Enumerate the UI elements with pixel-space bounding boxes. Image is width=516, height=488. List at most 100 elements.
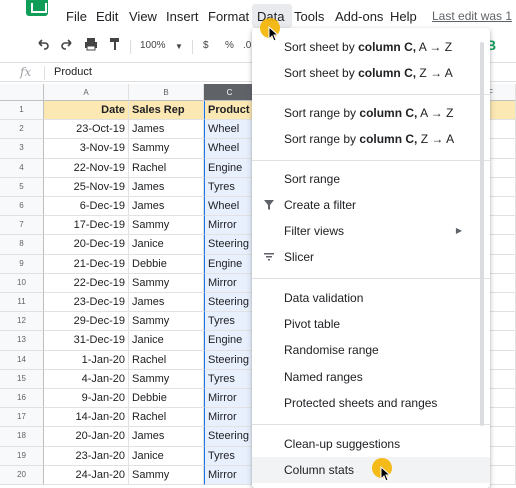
menu-sort-sheet-az[interactable]: Sort sheet by column C, A → Z — [252, 34, 490, 60]
row-number[interactable]: 2 — [0, 120, 44, 140]
cell-date[interactable]: 17-Dec-19 — [44, 216, 129, 236]
cell-product[interactable]: Tyres — [204, 369, 256, 389]
cell-sales-rep[interactable]: James — [129, 293, 204, 313]
cell-sales-rep[interactable]: Sammy — [129, 139, 204, 159]
cell-sales-rep[interactable]: James — [129, 120, 204, 140]
menu-column-stats[interactable]: Column stats — [252, 457, 490, 483]
cell-sales-rep[interactable]: Janice — [129, 446, 204, 466]
cell-date[interactable]: 22-Nov-19 — [44, 158, 129, 178]
cell-sales-rep[interactable]: James — [129, 177, 204, 197]
menu-help[interactable]: Help — [390, 9, 417, 24]
cell-date[interactable]: 14-Jan-20 — [44, 408, 129, 428]
cell-product[interactable]: Steering — [204, 350, 256, 370]
row-number[interactable]: 17 — [0, 408, 44, 428]
cell-date[interactable]: 21-Dec-19 — [44, 254, 129, 274]
cell-date[interactable]: 9-Jan-20 — [44, 389, 129, 409]
cell-sales-rep[interactable]: Janice — [129, 235, 204, 255]
zoom-select[interactable]: 100% — [140, 40, 166, 51]
cell-sales-rep[interactable]: Rachel — [129, 408, 204, 428]
cell-sales-rep[interactable]: Rachel — [129, 350, 204, 370]
menu-scrollbar[interactable] — [480, 42, 484, 426]
cell-date[interactable]: 1-Jan-20 — [44, 350, 129, 370]
row-number[interactable]: 1 — [0, 101, 44, 121]
menu-file[interactable]: File — [66, 9, 87, 24]
cell-product[interactable]: Mirror — [204, 216, 256, 236]
row-number[interactable]: 10 — [0, 273, 44, 293]
cell-date[interactable]: 24-Jan-20 — [44, 465, 129, 485]
row-number[interactable]: 6 — [0, 197, 44, 217]
cell-sales-rep[interactable]: Debbie — [129, 254, 204, 274]
cell-sales-rep[interactable]: James — [129, 427, 204, 447]
cell-sales-rep[interactable]: James — [129, 197, 204, 217]
row-number[interactable]: 20 — [0, 465, 44, 485]
cell-product[interactable]: Mirror — [204, 408, 256, 428]
cell-date[interactable]: 25-Nov-19 — [44, 177, 129, 197]
cell-product[interactable]: Tyres — [204, 446, 256, 466]
undo-icon[interactable] — [36, 37, 50, 51]
cell-sales-rep[interactable]: Sammy — [129, 312, 204, 332]
cell-product[interactable]: Steering — [204, 427, 256, 447]
cell-product[interactable]: Steering — [204, 235, 256, 255]
cell-date[interactable]: 4-Jan-20 — [44, 369, 129, 389]
menu-data-validation[interactable]: Data validation — [252, 285, 490, 311]
cell-date[interactable]: 23-Jan-20 — [44, 446, 129, 466]
menu-edit[interactable]: Edit — [96, 9, 118, 24]
row-number[interactable]: 14 — [0, 350, 44, 370]
menu-cleanup-suggestions[interactable]: Clean-up suggestions — [252, 431, 490, 457]
row-number[interactable]: 4 — [0, 158, 44, 178]
cell-date[interactable]: 23-Oct-19 — [44, 120, 129, 140]
row-number[interactable]: 12 — [0, 312, 44, 332]
row-number[interactable]: 7 — [0, 216, 44, 236]
cell-date[interactable]: 23-Dec-19 — [44, 293, 129, 313]
cell-sales-rep[interactable]: Rachel — [129, 158, 204, 178]
cell-product[interactable]: Wheel — [204, 139, 256, 159]
cell-product[interactable]: Engine — [204, 158, 256, 178]
cell-date[interactable]: Date — [44, 101, 129, 121]
currency-format-button[interactable]: $ — [203, 40, 209, 51]
formula-input[interactable]: Product — [54, 66, 92, 78]
cell-date[interactable]: 22-Dec-19 — [44, 273, 129, 293]
cell-date[interactable]: 3-Nov-19 — [44, 139, 129, 159]
row-number[interactable]: 15 — [0, 369, 44, 389]
cell-product[interactable]: Tyres — [204, 177, 256, 197]
menu-format[interactable]: Format — [208, 9, 249, 24]
cell-product[interactable]: Mirror — [204, 273, 256, 293]
row-number[interactable]: 18 — [0, 427, 44, 447]
print-icon[interactable] — [84, 37, 98, 51]
menu-insert[interactable]: Insert — [166, 9, 199, 24]
row-number[interactable]: 16 — [0, 389, 44, 409]
menu-create-filter[interactable]: Create a filter — [252, 192, 490, 218]
menu-sort-range-za[interactable]: Sort range by column C, Z → A — [252, 126, 490, 152]
cell-sales-rep[interactable]: Sales Rep — [129, 101, 204, 121]
cell-sales-rep[interactable]: Sammy — [129, 273, 204, 293]
cell-product[interactable]: Engine — [204, 331, 256, 351]
row-number[interactable]: 5 — [0, 177, 44, 197]
chevron-down-icon[interactable]: ▼ — [175, 42, 183, 51]
column-header-b[interactable]: B — [129, 84, 204, 101]
cell-sales-rep[interactable]: Sammy — [129, 216, 204, 236]
row-number[interactable]: 9 — [0, 254, 44, 274]
menu-sort-sheet-za[interactable]: Sort sheet by column C, Z → A — [252, 60, 490, 86]
menu-slicer[interactable]: Slicer — [252, 244, 490, 270]
cell-product[interactable]: Mirror — [204, 465, 256, 485]
menu-view[interactable]: View — [129, 9, 157, 24]
cell-product[interactable]: Steering — [204, 293, 256, 313]
redo-icon[interactable] — [60, 37, 74, 51]
cell-date[interactable]: 31-Dec-19 — [44, 331, 129, 351]
cell-sales-rep[interactable]: Debbie — [129, 389, 204, 409]
cell-sales-rep[interactable]: Sammy — [129, 465, 204, 485]
sheets-logo-icon[interactable] — [26, 0, 48, 16]
menu-filter-views[interactable]: Filter views ▶ — [252, 218, 490, 244]
last-edit-link[interactable]: Last edit was 1 — [432, 9, 512, 23]
cell-date[interactable]: 20-Jan-20 — [44, 427, 129, 447]
menu-sort-range[interactable]: Sort range — [252, 166, 490, 192]
row-number[interactable]: 19 — [0, 446, 44, 466]
row-number[interactable]: 11 — [0, 293, 44, 313]
column-header-c[interactable]: C — [204, 84, 256, 101]
cell-date[interactable]: 29-Dec-19 — [44, 312, 129, 332]
cell-product[interactable]: Mirror — [204, 389, 256, 409]
menu-randomise-range[interactable]: Randomise range — [252, 337, 490, 363]
percent-format-button[interactable]: % — [225, 40, 234, 51]
decrease-decimal-button[interactable]: .0 — [243, 40, 251, 51]
cell-product[interactable]: Tyres — [204, 312, 256, 332]
